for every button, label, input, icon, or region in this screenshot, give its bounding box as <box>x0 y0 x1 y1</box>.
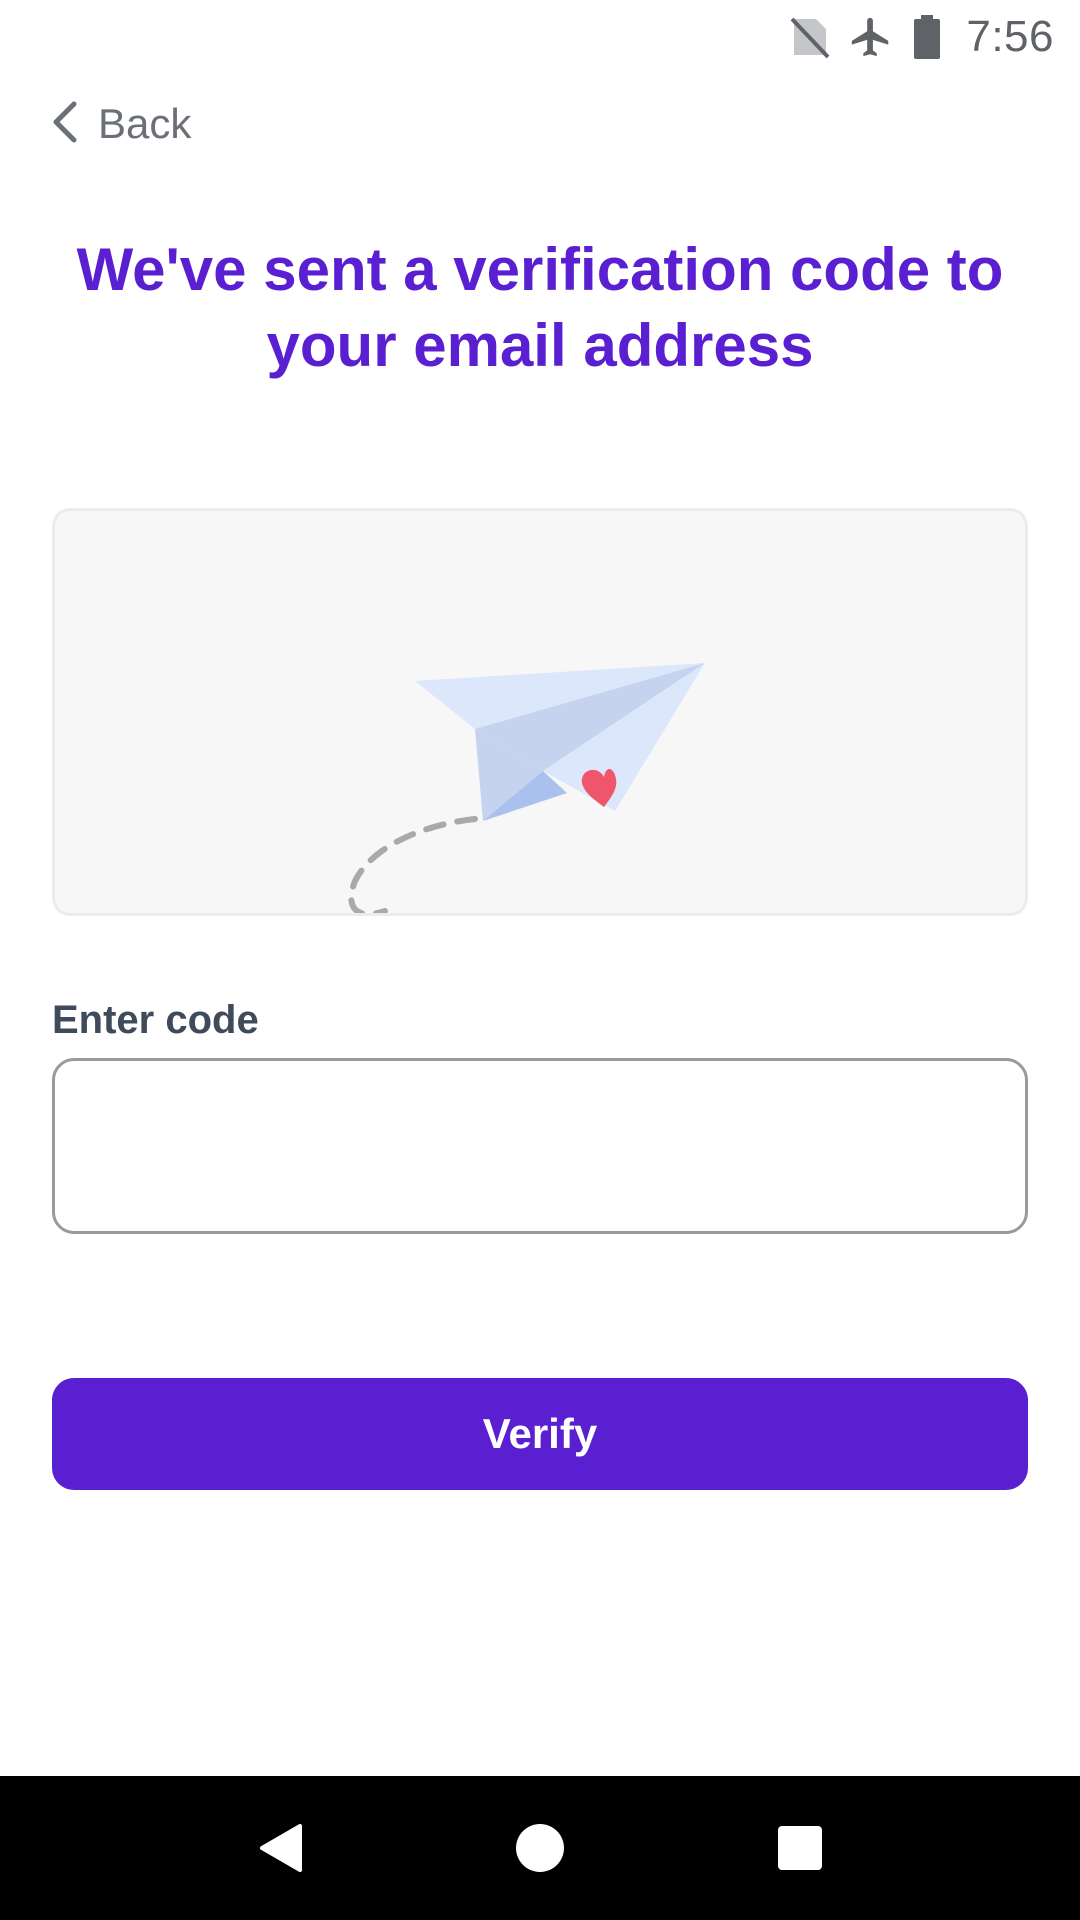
system-nav-bar <box>0 1776 1080 1920</box>
verification-screen: 7:56 Back We've sent a verification code… <box>0 0 1080 1920</box>
airplane-mode-icon <box>848 13 894 61</box>
nav-recents-icon[interactable] <box>755 1803 845 1893</box>
chevron-left-icon <box>50 100 80 149</box>
no-sim-icon <box>790 15 830 59</box>
nav-back-icon[interactable] <box>235 1803 325 1893</box>
nav-home-icon[interactable] <box>495 1803 585 1893</box>
paper-plane-heart-icon <box>348 663 705 913</box>
illustration-card <box>52 508 1028 916</box>
code-field-label: Enter code <box>52 998 259 1042</box>
back-label: Back <box>98 100 192 147</box>
battery-icon <box>912 13 942 61</box>
verify-button[interactable]: Verify <box>52 1378 1028 1490</box>
back-button[interactable]: Back <box>50 96 191 152</box>
page-title: We've sent a verification code to your e… <box>76 236 1004 379</box>
status-bar: 7:56 <box>0 0 1080 74</box>
status-time: 7:56 <box>966 12 1054 61</box>
code-input[interactable] <box>52 1058 1028 1234</box>
